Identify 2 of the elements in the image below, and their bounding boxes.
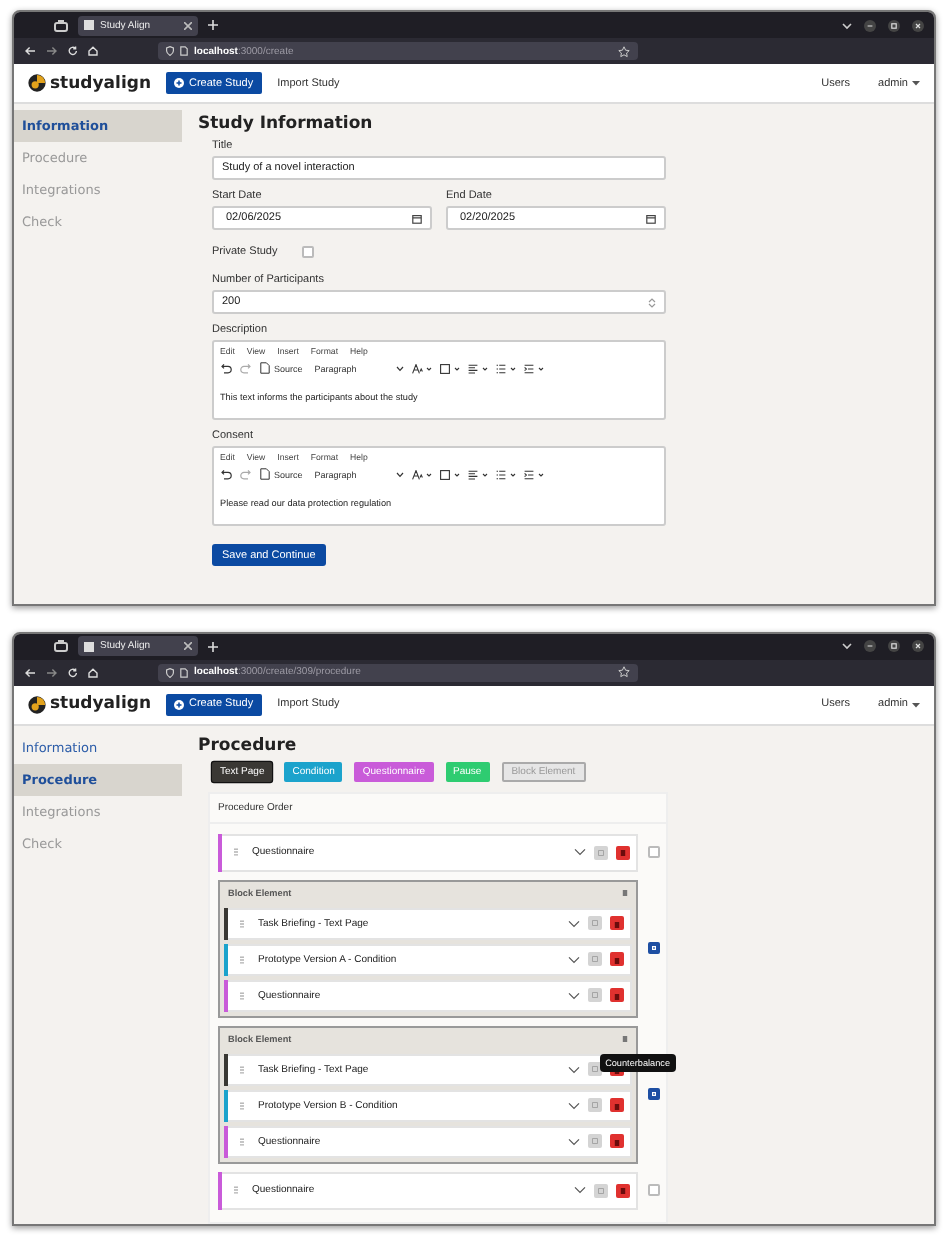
page-heading: Procedure — [198, 735, 299, 755]
page-heading: Study Information — [198, 114, 375, 134]
